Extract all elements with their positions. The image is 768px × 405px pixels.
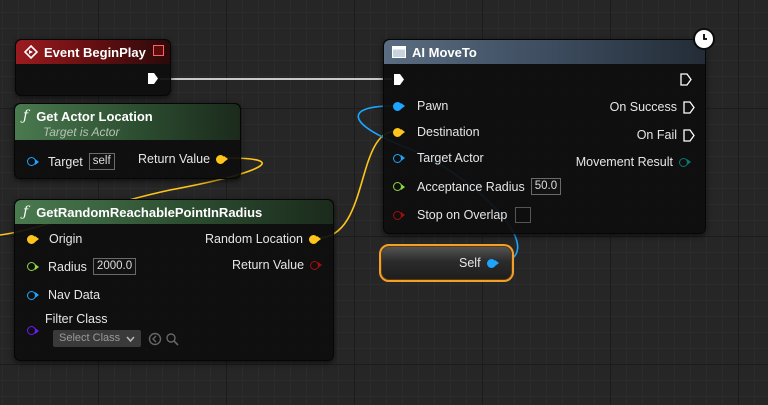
- async-task-icon: [392, 46, 406, 58]
- random-location-pin[interactable]: Random Location: [205, 232, 325, 246]
- radius-pin[interactable]: Radius 2000.0: [27, 258, 137, 275]
- origin-pin[interactable]: Origin: [27, 232, 82, 246]
- function-icon: ƒ: [23, 108, 29, 124]
- get-actor-location-header[interactable]: ƒ Get Actor Location Target is Actor: [15, 104, 240, 140]
- get-random-point-title: GetRandomReachablePointInRadius: [36, 204, 263, 220]
- exec-input-icon: [394, 74, 404, 85]
- breakpoint-icon[interactable]: [153, 45, 164, 56]
- pawn-label: Pawn: [417, 99, 449, 113]
- filter-class-label-row: Filter Class: [45, 312, 108, 326]
- get-actor-location-subtitle: Target is Actor: [43, 125, 120, 139]
- stop-on-overlap-pin[interactable]: Stop on Overlap: [393, 207, 532, 223]
- destination-pin[interactable]: Destination: [393, 125, 480, 139]
- acceptance-radius-label: Acceptance Radius: [417, 179, 525, 194]
- return-value-bool-pin[interactable]: Return Value: [232, 258, 326, 272]
- stop-on-overlap-checkbox[interactable]: [515, 207, 532, 223]
- on-fail-label: On Fail: [636, 128, 677, 142]
- pin-arrow-icon: [35, 292, 43, 298]
- return-value-bool-label: Return Value: [232, 258, 305, 272]
- self-label: Self: [459, 256, 481, 270]
- pin-arrow-icon: [494, 260, 503, 266]
- get-actor-location-title: Get Actor Location: [36, 108, 153, 124]
- pin-arrow-icon: [35, 158, 43, 165]
- filter-class-dropdown-value: Select Class: [59, 332, 121, 344]
- function-icon: ƒ: [23, 204, 29, 220]
- get-random-point-header[interactable]: ƒ GetRandomReachablePointInRadius: [15, 200, 333, 224]
- pin-arrow-icon: [318, 262, 326, 268]
- pawn-pin[interactable]: Pawn: [393, 99, 448, 113]
- exec-output-pin[interactable]: [147, 72, 159, 85]
- filter-class-dropdown[interactable]: Select Class: [53, 330, 142, 347]
- return-value-label: Return Value: [138, 152, 211, 166]
- target-label: Target: [48, 154, 83, 169]
- self-output-pin[interactable]: Self: [459, 256, 503, 270]
- get-random-point-node[interactable]: ƒ GetRandomReachablePointInRadius Origin…: [14, 199, 334, 361]
- target-pin[interactable]: Target self: [27, 153, 115, 170]
- get-actor-location-node[interactable]: ƒ Get Actor Location Target is Actor Tar…: [14, 103, 241, 179]
- pin-arrow-icon: [316, 236, 325, 242]
- ai-moveto-node[interactable]: AI MoveTo Pawn Destination Target Actor …: [383, 28, 715, 234]
- event-beginplay-node[interactable]: Event BeginPlay: [15, 39, 171, 96]
- origin-label: Origin: [49, 232, 83, 246]
- target-actor-label: Target Actor: [417, 151, 484, 165]
- on-success-pin[interactable]: On Success: [610, 100, 695, 114]
- ai-moveto-title: AI MoveTo: [412, 44, 477, 60]
- destination-label: Destination: [417, 125, 480, 139]
- filter-class-label: Filter Class: [45, 312, 108, 326]
- on-fail-exec-icon: [683, 128, 695, 142]
- latent-clock-icon: [693, 28, 715, 50]
- exec-input-pin[interactable]: [393, 73, 405, 86]
- event-diamond-icon: [24, 45, 38, 59]
- exec-output-icon: [680, 73, 692, 86]
- radius-value-field[interactable]: 2000.0: [92, 258, 137, 275]
- on-success-exec-icon: [683, 100, 695, 114]
- acceptance-radius-pin[interactable]: Acceptance Radius 50.0: [393, 178, 562, 195]
- acceptance-radius-value-field[interactable]: 50.0: [530, 178, 562, 195]
- pin-arrow-icon: [35, 236, 43, 242]
- random-location-label: Random Location: [205, 232, 303, 246]
- chevron-down-icon: [126, 336, 135, 342]
- target-actor-pin[interactable]: Target Actor: [393, 151, 484, 165]
- ai-moveto-header[interactable]: AI MoveTo: [384, 28, 715, 64]
- pin-arrow-icon: [401, 155, 409, 161]
- return-value-pin[interactable]: Return Value: [138, 152, 232, 166]
- pin-arrow-icon: [401, 103, 409, 109]
- event-beginplay-header[interactable]: Event BeginPlay: [16, 40, 170, 64]
- use-selected-asset-icon[interactable]: [148, 332, 162, 346]
- filter-class-pin-icon-row[interactable]: [27, 326, 43, 335]
- filter-class-controls: Select Class: [53, 330, 179, 347]
- pin-arrow-icon: [35, 263, 43, 270]
- movement-result-pin[interactable]: Movement Result: [576, 155, 695, 169]
- movement-result-label: Movement Result: [575, 155, 673, 169]
- pin-arrow-icon: [224, 156, 232, 162]
- pin-arrow-icon: [35, 327, 43, 334]
- on-fail-pin[interactable]: On Fail: [637, 128, 695, 142]
- pin-arrow-icon: [401, 183, 409, 190]
- stop-on-overlap-label: Stop on Overlap: [417, 208, 508, 222]
- nav-data-label: Nav Data: [48, 288, 101, 302]
- on-success-label: On Success: [609, 100, 677, 114]
- pin-arrow-icon: [401, 129, 409, 135]
- exec-output-icon: [148, 73, 158, 84]
- target-value-field[interactable]: self: [88, 153, 115, 170]
- pin-arrow-icon: [687, 159, 695, 165]
- self-node[interactable]: Self: [379, 244, 514, 282]
- pin-arrow-icon: [401, 212, 409, 218]
- exec-output-pin[interactable]: [680, 73, 692, 86]
- browse-search-icon[interactable]: [165, 332, 179, 346]
- nav-data-pin[interactable]: Nav Data: [27, 288, 100, 302]
- event-beginplay-title: Event BeginPlay: [44, 44, 146, 60]
- radius-label: Radius: [48, 259, 87, 274]
